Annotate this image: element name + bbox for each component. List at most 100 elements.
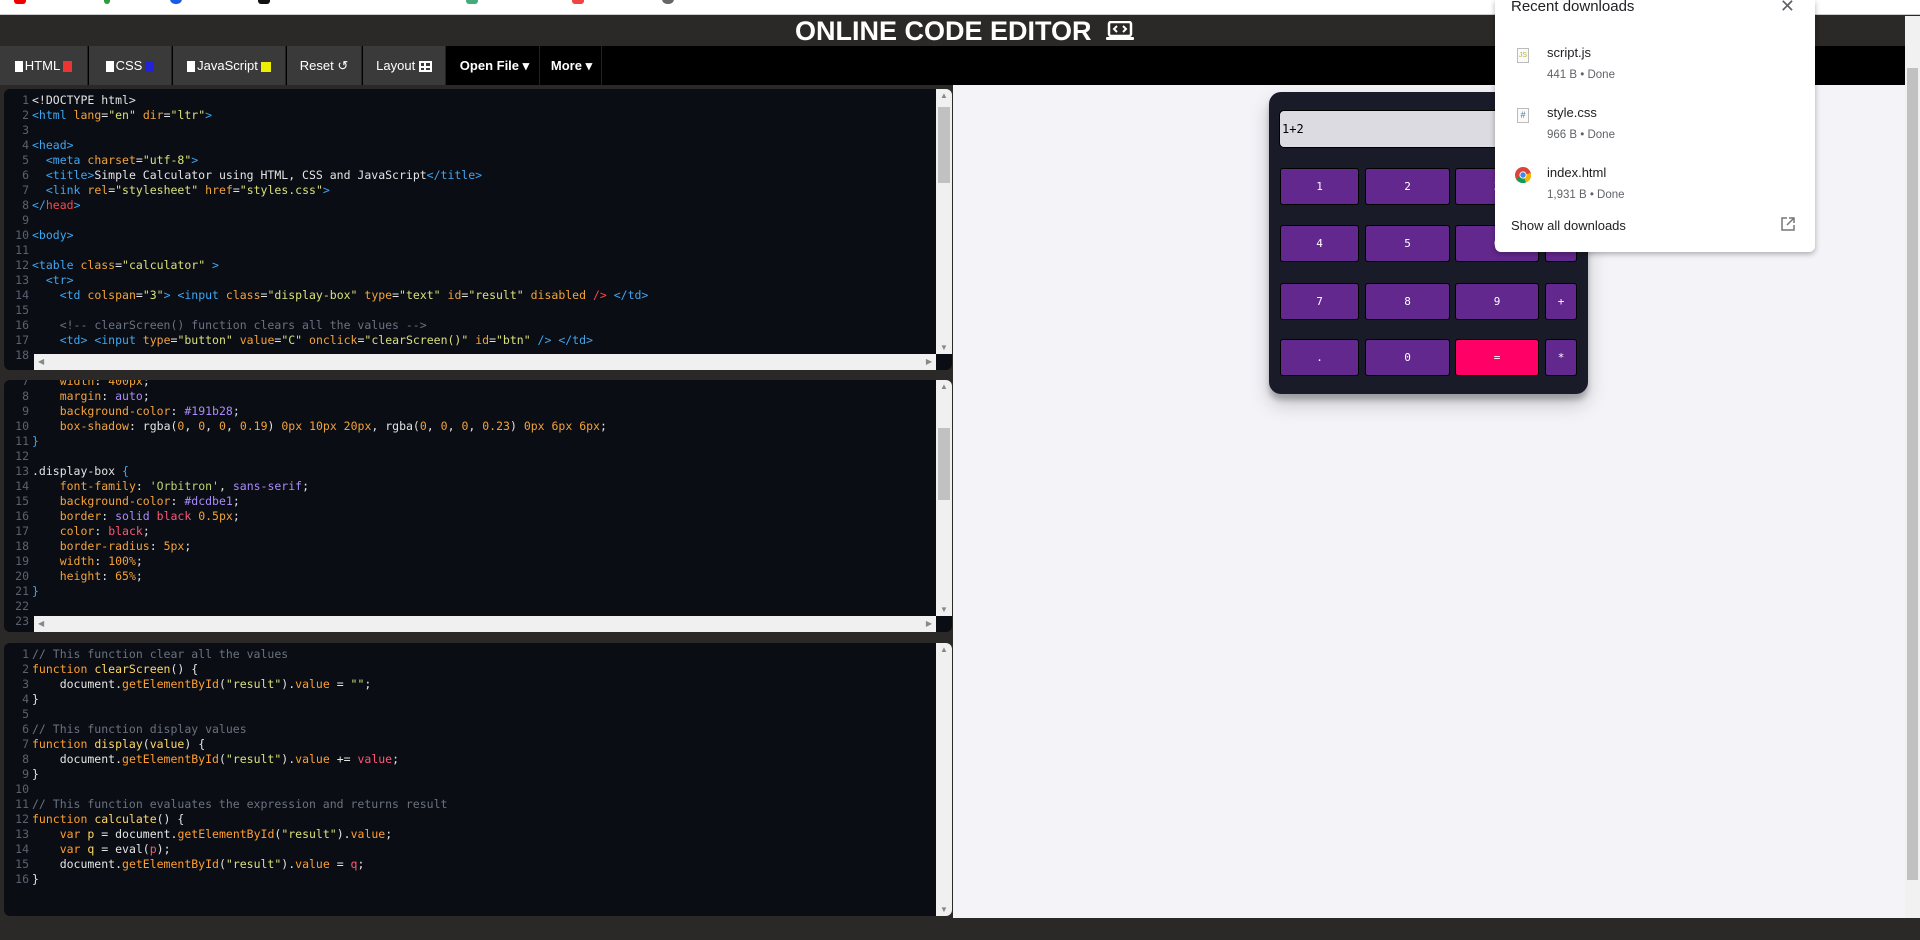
code-line: 15 document.getElementById("result").val…: [4, 857, 936, 872]
calculator-key[interactable]: *: [1545, 339, 1577, 376]
line-number: 5: [22, 707, 29, 721]
line-number: 19: [15, 554, 29, 568]
code-line: 8 margin: auto;: [4, 389, 936, 404]
line-number: 1: [22, 647, 29, 661]
calculator-key[interactable]: 5: [1365, 225, 1450, 262]
page-scrollbar[interactable]: [1905, 16, 1920, 918]
code-token: "result": [225, 857, 282, 871]
line-number: 16: [15, 872, 29, 886]
code-token: "styles.css": [239, 183, 323, 197]
code-token: }: [32, 434, 39, 448]
bookmark-icon[interactable]: [170, 0, 182, 4]
code-token: id: [468, 333, 490, 347]
show-all-downloads-link[interactable]: Show all downloads: [1511, 218, 1626, 233]
code-token: calculate: [94, 812, 157, 826]
code-token: "calculator": [122, 258, 206, 272]
code-token: /> </td>: [530, 333, 593, 347]
line-number: 11: [15, 434, 29, 448]
line-number: 17: [15, 333, 29, 347]
code-token: id: [440, 288, 462, 302]
horizontal-scrollbar[interactable]: ◀ ▶: [34, 616, 936, 632]
code-line: 9}: [4, 767, 936, 782]
calculator-key[interactable]: 7: [1280, 283, 1359, 320]
tab-javascript[interactable]: JavaScript: [173, 46, 286, 85]
code-area[interactable]: 1// This function clear all the values 2 f…: [4, 647, 936, 887]
code-area[interactable]: 1 <!DOCTYPE html> 2 <html lang="en" dir="lt…: [4, 93, 936, 363]
calculator-key[interactable]: 8: [1365, 283, 1450, 320]
code-token: <html: [32, 108, 74, 122]
code-token: <head>: [32, 138, 74, 152]
bookmark-icon[interactable]: [258, 0, 270, 4]
bookmark-icon[interactable]: [466, 0, 478, 4]
javascript-editor[interactable]: 1// This function clear all the values 2 f…: [4, 643, 952, 916]
code-token: }: [32, 767, 39, 781]
horizontal-scrollbar[interactable]: ◀ ▶: [34, 354, 936, 370]
layout-button[interactable]: Layout: [363, 46, 446, 85]
line-number: 4: [22, 692, 29, 706]
html-editor[interactable]: 1 <!DOCTYPE html> 2 <html lang="en" dir="lt…: [4, 89, 952, 370]
code-token: ): [267, 419, 282, 433]
bookmark-icon[interactable]: [662, 0, 674, 4]
code-token: #dcdbe1: [184, 494, 233, 508]
code-token: >: [205, 108, 213, 122]
vertical-scrollbar[interactable]: ▲ ▼: [936, 380, 952, 616]
close-icon[interactable]: ✕: [1780, 0, 1795, 17]
code-token: "display-box": [267, 288, 358, 302]
code-token: getElementById: [122, 752, 219, 766]
code-line: 20 height: 65%;: [4, 569, 936, 584]
line-number: 7: [22, 380, 29, 388]
calculator-key[interactable]: 1: [1280, 168, 1359, 205]
code-token: // This function evaluates the expressio…: [32, 797, 448, 811]
line-number: 14: [15, 842, 29, 856]
code-line: 9: [4, 213, 936, 228]
code-token: "C": [281, 333, 303, 347]
download-meta: 441 B • Done: [1547, 69, 1615, 81]
tab-html[interactable]: HTML: [0, 46, 88, 85]
code-token: function: [32, 812, 95, 826]
downloads-title: Recent downloads: [1511, 0, 1635, 15]
reset-button[interactable]: Reset ↺: [287, 46, 362, 85]
code-area[interactable]: 7 width: 400px; 8 margin: auto; 9 backgrou…: [4, 380, 936, 629]
download-item[interactable]: JS script.js 441 B • Done: [1495, 42, 1815, 98]
download-item[interactable]: # style.css 966 B • Done: [1495, 102, 1815, 158]
code-line: 11// This function evaluates the express…: [4, 797, 936, 812]
code-token: function: [32, 737, 95, 751]
code-token: ;: [184, 539, 192, 553]
open-external-icon[interactable]: [1781, 217, 1795, 231]
line-number: 14: [15, 479, 29, 493]
line-number: 8: [22, 752, 29, 766]
calculator-key[interactable]: .: [1280, 339, 1359, 376]
open-file-menu[interactable]: Open File ▾: [450, 46, 540, 85]
download-item[interactable]: index.html 1,931 B • Done: [1495, 162, 1815, 218]
code-token: :: [94, 554, 109, 568]
code-line: 13 var p = document.getElementById("resu…: [4, 827, 936, 842]
bookmark-icon[interactable]: [14, 0, 26, 4]
css-editor[interactable]: 7 width: 400px; 8 margin: auto; 9 backgrou…: [4, 380, 952, 632]
bookmark-icon[interactable]: [572, 0, 584, 4]
calculator-key[interactable]: 2: [1365, 168, 1450, 205]
code-token: "btn": [496, 333, 531, 347]
code-token: rel: [87, 183, 109, 197]
code-token: ;: [385, 827, 393, 841]
tab-label: HTML: [24, 58, 61, 73]
calculator-key[interactable]: 9: [1455, 283, 1539, 320]
vertical-scrollbar[interactable]: ▲ ▼: [936, 643, 952, 916]
calculator-key[interactable]: =: [1455, 339, 1539, 376]
bookmark-icon[interactable]: [104, 0, 110, 4]
more-label: More: [550, 58, 582, 73]
calculator-key[interactable]: +: [1545, 283, 1577, 320]
calculator-key[interactable]: 0: [1365, 339, 1450, 376]
code-token: class: [225, 288, 261, 302]
code-line: 16 border: solid black 0.5px;: [4, 509, 936, 524]
calculator-key[interactable]: 4: [1280, 225, 1359, 262]
code-line: 7 width: 400px;: [4, 380, 936, 389]
tab-css[interactable]: CSS: [89, 46, 172, 85]
vertical-scrollbar[interactable]: ▲ ▼: [936, 89, 952, 354]
line-number: 7: [22, 183, 29, 197]
more-menu[interactable]: More ▾: [542, 46, 602, 85]
code-token: "en": [108, 108, 136, 122]
